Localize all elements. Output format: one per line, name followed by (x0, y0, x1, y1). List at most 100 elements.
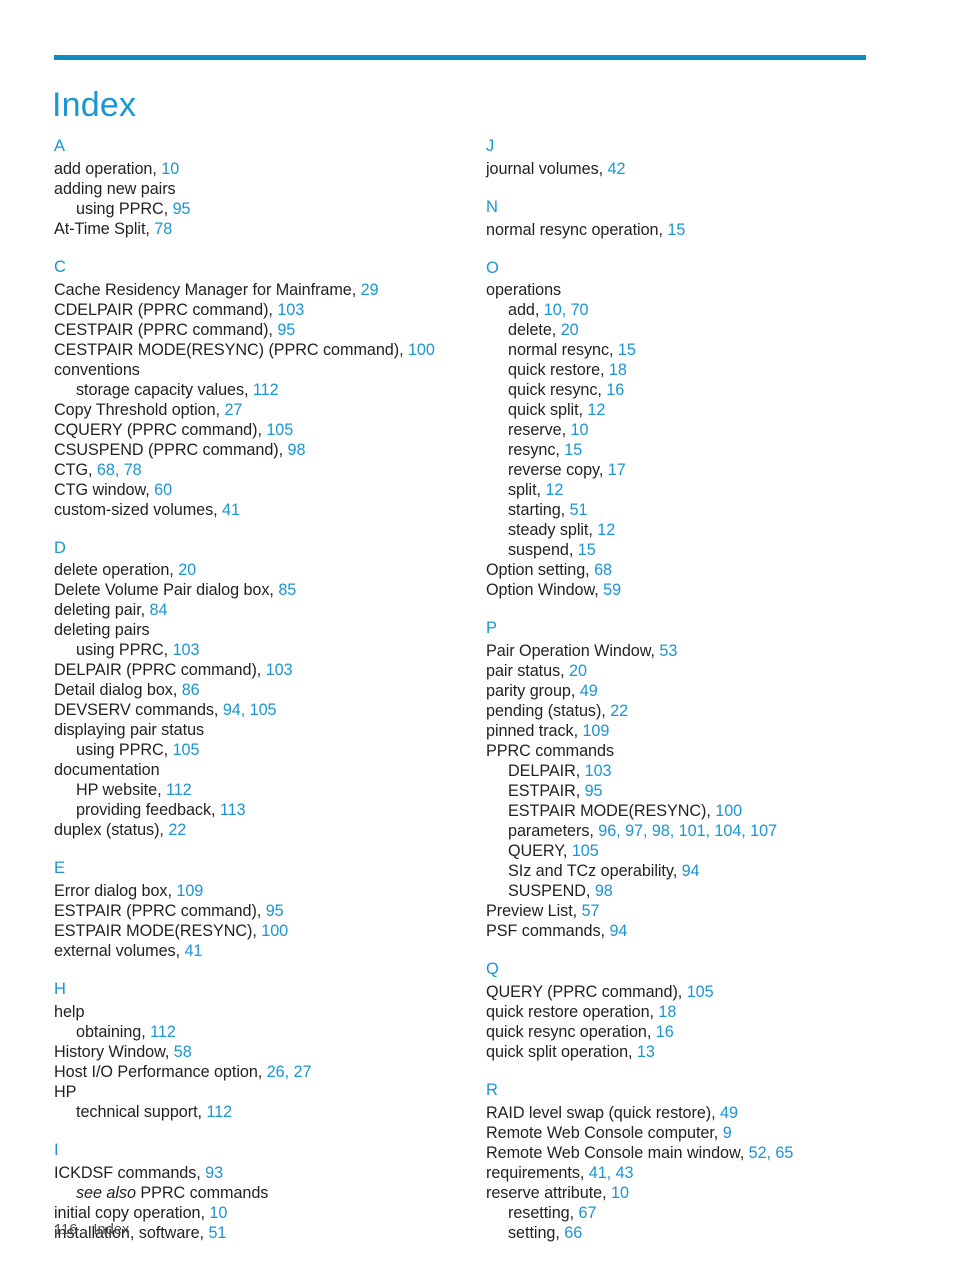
index-entry: PPRC commands (486, 741, 614, 761)
index-section-q: Q QUERY (PPRC command), 105 quick restore … (486, 959, 714, 1062)
index-entry-pages[interactable]: 105 (687, 983, 714, 1001)
index-entry-pages[interactable]: 15 (667, 221, 685, 239)
page-title: Index (52, 85, 137, 124)
index-entry-text: add, (508, 301, 544, 320)
index-entry-text: reserve attribute, (486, 1183, 612, 1202)
index-entry: quick split, 12 (486, 400, 605, 420)
index-entry-pages[interactable]: 10, 70 (544, 301, 589, 319)
index-entry: suspend, 15 (486, 540, 596, 560)
index-entry-pages[interactable]: 67 (579, 1204, 597, 1222)
index-entry-text: reserve, (508, 421, 571, 440)
index-entry-pages[interactable]: 12 (545, 481, 563, 499)
index-entry-text: resync, (508, 441, 565, 460)
index-entry-pages[interactable]: 100 (715, 802, 742, 820)
index-entry: starting, 51 (486, 500, 588, 520)
index-entry-text: split, (508, 481, 546, 500)
index-entry-pages[interactable]: 53 (659, 642, 677, 660)
index-entry: journal volumes, 42 (486, 159, 625, 179)
index-entry: parameters, 96, 97, 98, 101, 104, 107 (486, 821, 777, 841)
section-letter: N (486, 197, 498, 216)
index-entry-pages[interactable]: 17 (608, 461, 626, 479)
index-entry-pages[interactable]: 109 (582, 722, 609, 740)
index-entry-text: quick split, (508, 401, 588, 420)
index-section-p: P Pair Operation Window, 53 pair status, 2… (486, 618, 777, 941)
section-letter: P (486, 619, 498, 638)
index-entry-pages[interactable]: 95 (585, 782, 603, 800)
index-entry-pages[interactable]: 12 (587, 401, 605, 419)
index-entry: add, 10, 70 (486, 300, 589, 320)
index-entry: DELPAIR, 103 (486, 761, 612, 781)
index-entry-pages[interactable]: 15 (618, 341, 636, 359)
index-entry-pages[interactable]: 98 (595, 882, 613, 900)
index-entry-text: parity group, (486, 682, 580, 701)
index-entry-text: pending (status), (486, 702, 611, 721)
index-entry-text: ESTPAIR, (508, 782, 585, 801)
index-entry-pages[interactable]: 49 (580, 682, 598, 700)
index-entry-pages[interactable]: 9 (723, 1124, 732, 1142)
index-entry: reserve, 10 (486, 420, 588, 440)
index-entry-text: Option Window, (486, 581, 604, 600)
index-entry: quick resync, 16 (486, 380, 624, 400)
index-entry: Pair Operation Window, 53 (486, 641, 677, 661)
index-section-o: Ooperations add, 10, 70 delete, 20 normal r… (486, 258, 636, 601)
index-entry-text: quick restore operation, (486, 1002, 659, 1021)
index-entry-pages[interactable]: 96, 97, 98, 101, 104, 107 (598, 822, 777, 840)
index-entry-pages[interactable]: 12 (597, 521, 615, 539)
index-entry-pages[interactable]: 15 (564, 441, 582, 459)
index-entry-text: quick split operation, (486, 1042, 637, 1061)
index-entry-pages[interactable]: 66 (564, 1224, 582, 1242)
index-entry: reserve attribute, 10 (486, 1183, 629, 1203)
index-entry: resetting, 67 (486, 1203, 597, 1223)
index-entry-pages[interactable]: 94 (609, 922, 627, 940)
index-entry: QUERY (PPRC command), 105 (486, 982, 714, 1002)
index-page: Index Aadd operation, 10 adding new pairs… (0, 0, 954, 1271)
index-entry-pages[interactable]: 16 (606, 381, 624, 399)
index-entry-text: requirements, (486, 1163, 589, 1182)
index-entry-pages[interactable]: 10 (611, 1184, 629, 1202)
footer-label: Index (93, 1222, 130, 1238)
index-entry-pages[interactable]: 52, 65 (749, 1144, 794, 1162)
index-entry-pages[interactable]: 105 (572, 842, 599, 860)
index-entry-text: SUSPEND, (508, 882, 595, 901)
index-entry-text: reverse copy, (508, 461, 608, 480)
index-entry-pages[interactable]: 13 (637, 1043, 655, 1061)
index-entry-pages[interactable]: 22 (610, 702, 628, 720)
index-entry-pages[interactable]: 51 (570, 501, 588, 519)
index-entry-pages[interactable]: 103 (585, 762, 612, 780)
index-entry: SIz and TCz operability, 94 (486, 861, 700, 881)
index-entry: pair status, 20 (486, 661, 587, 681)
index-entry: parity group, 49 (486, 681, 598, 701)
index-entry-pages[interactable]: 49 (720, 1104, 738, 1122)
index-entry-text: setting, (508, 1223, 565, 1242)
index-entry-pages[interactable]: 68 (594, 561, 612, 579)
index-entry-pages[interactable]: 94 (682, 862, 700, 880)
index-entry-text: normal resync operation, (486, 220, 668, 239)
index-entry-pages[interactable]: 10 (571, 421, 589, 439)
index-entry: Remote Web Console computer, 9 (486, 1123, 732, 1143)
index-entry: resync, 15 (486, 440, 582, 460)
index-entry-pages[interactable]: 20 (561, 321, 579, 339)
index-entry-pages[interactable]: 18 (609, 361, 627, 379)
index-entry-pages[interactable]: 15 (578, 541, 596, 559)
index-entry: operations (486, 280, 561, 300)
index-entry-text: Pair Operation Window, (486, 642, 660, 661)
index-entry: quick restore operation, 18 (486, 1002, 676, 1022)
index-entry-pages[interactable]: 42 (608, 160, 626, 178)
index-entry: pending (status), 22 (486, 701, 628, 721)
index-entry-text: parameters, (508, 822, 599, 841)
index-entry-pages[interactable]: 57 (582, 902, 600, 920)
header-rule (54, 55, 866, 60)
index-entry-pages[interactable]: 59 (603, 581, 621, 599)
index-entry-text: normal resync, (508, 341, 618, 360)
index-entry-text: ESTPAIR MODE(RESYNC), (508, 802, 716, 821)
index-entry: QUERY, 105 (486, 841, 599, 861)
index-entry-text: pair status, (486, 662, 570, 681)
index-entry-pages[interactable]: 41, 43 (589, 1164, 634, 1182)
index-entry-pages[interactable]: 20 (569, 662, 587, 680)
index-entry: setting, 66 (486, 1223, 582, 1243)
index-entry: PSF commands, 94 (486, 921, 627, 941)
index-entry-pages[interactable]: 16 (656, 1023, 674, 1041)
index-entry-text: PPRC commands (486, 742, 614, 761)
section-letter: Q (486, 960, 499, 979)
index-entry-pages[interactable]: 18 (658, 1003, 676, 1021)
